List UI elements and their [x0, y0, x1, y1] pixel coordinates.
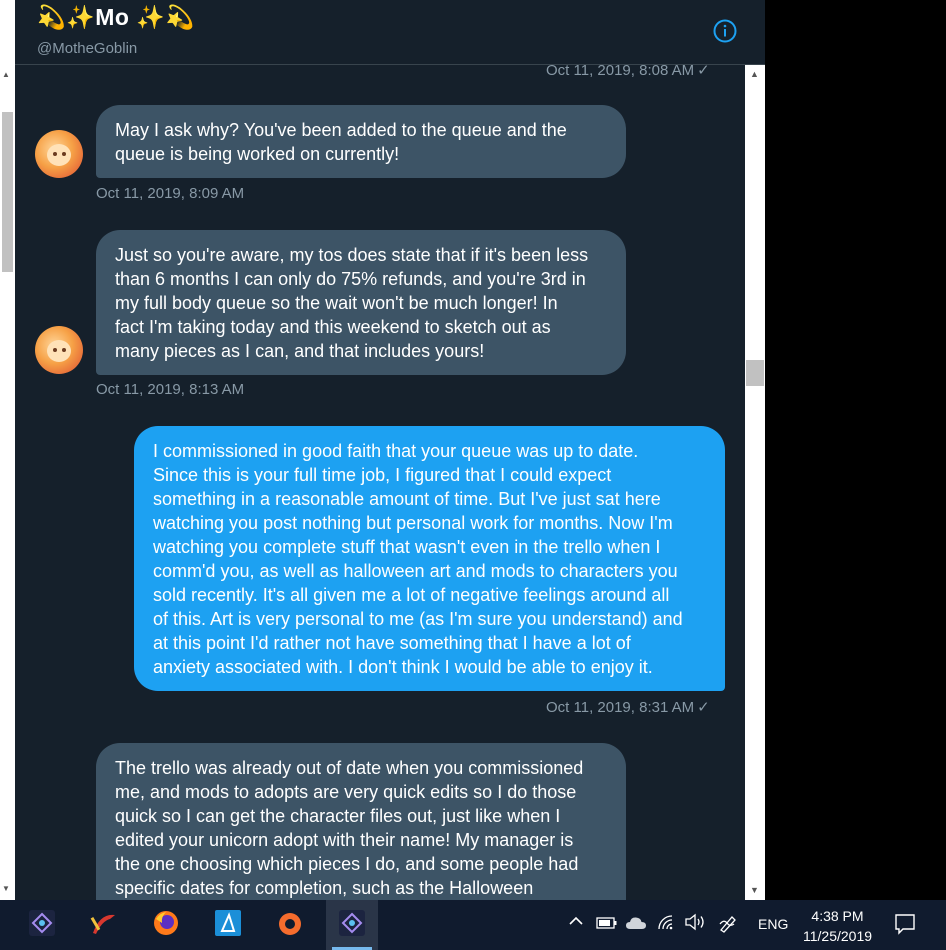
taskbar-app-sketchbook[interactable]	[78, 900, 130, 950]
volume-icon[interactable]	[684, 913, 706, 936]
taskbar-clock[interactable]: 4:38 PM 11/25/2019	[795, 906, 880, 946]
message-timestamp: Oct 11, 2019, 8:08 AM ✓	[546, 65, 710, 79]
conversation-header: 💫✨Mo ✨💫 @MotheGoblin	[15, 0, 765, 65]
taskbar-app-affinity-designer[interactable]	[202, 900, 254, 950]
scroll-thumb[interactable]	[746, 360, 764, 386]
avatar[interactable]	[35, 326, 83, 374]
scroll-down-arrow-icon[interactable]: ▼	[750, 885, 759, 895]
clock-date: 11/25/2019	[802, 928, 873, 944]
taskbar-app-affinity-photo[interactable]	[16, 900, 68, 950]
taskbar-app-firefox[interactable]	[140, 900, 192, 950]
input-language[interactable]: ENG	[758, 916, 788, 932]
affinity-photo-icon	[29, 910, 55, 936]
firefox-icon	[154, 911, 178, 935]
avatar[interactable]	[35, 130, 83, 178]
affinity-photo-icon	[339, 910, 365, 936]
scroll-thumb[interactable]	[2, 112, 13, 272]
show-hidden-icons-chevron-icon[interactable]	[568, 913, 584, 934]
action-center-notification-icon[interactable]	[894, 913, 916, 940]
message-timestamp: Oct 11, 2019, 8:09 AM	[96, 185, 245, 202]
message-bubble-incoming[interactable]: Just so you're aware, my tos does state …	[96, 230, 626, 375]
pen-workspace-icon[interactable]	[718, 913, 740, 938]
scroll-down-arrow-icon[interactable]: ▼	[2, 884, 10, 893]
read-check-icon: ✓	[697, 699, 710, 716]
affinity-designer-icon	[215, 910, 241, 936]
left-scrollbar[interactable]: ▲ ▼	[0, 0, 15, 900]
message-timestamp: Oct 11, 2019, 8:31 AM ✓	[546, 699, 710, 716]
taskbar: ENG 4:38 PM 11/25/2019	[0, 900, 946, 950]
info-icon[interactable]	[713, 19, 737, 43]
read-check-icon: ✓	[697, 65, 710, 79]
message-bubble-incoming[interactable]: The trello was already out of date when …	[96, 743, 626, 900]
taskbar-app-origin[interactable]	[264, 900, 316, 950]
scroll-up-arrow-icon[interactable]: ▲	[750, 69, 759, 79]
message-bubble-outgoing[interactable]: I commissioned in good faith that your q…	[134, 426, 725, 691]
message-list[interactable]: Oct 11, 2019, 8:08 AM ✓ May I ask why? Yo…	[15, 65, 745, 900]
conversation-title[interactable]: 💫✨Mo ✨💫	[37, 4, 195, 31]
conversation-handle[interactable]: @MotheGoblin	[37, 40, 137, 57]
taskbar-app-affinity-photo-active[interactable]	[326, 900, 378, 950]
battery-icon[interactable]	[596, 915, 618, 935]
clock-time: 4:38 PM	[811, 908, 864, 924]
sketchbook-icon	[90, 914, 115, 934]
message-scrollbar[interactable]: ▲ ▼	[745, 65, 765, 900]
onedrive-cloud-icon[interactable]	[625, 915, 647, 935]
wifi-icon[interactable]	[656, 913, 676, 936]
right-empty-panel	[765, 0, 946, 900]
scroll-up-arrow-icon[interactable]: ▲	[2, 70, 10, 79]
message-timestamp: Oct 11, 2019, 8:13 AM	[96, 381, 245, 398]
origin-icon	[279, 913, 301, 935]
message-bubble-incoming[interactable]: May I ask why? You've been added to the …	[96, 105, 626, 178]
